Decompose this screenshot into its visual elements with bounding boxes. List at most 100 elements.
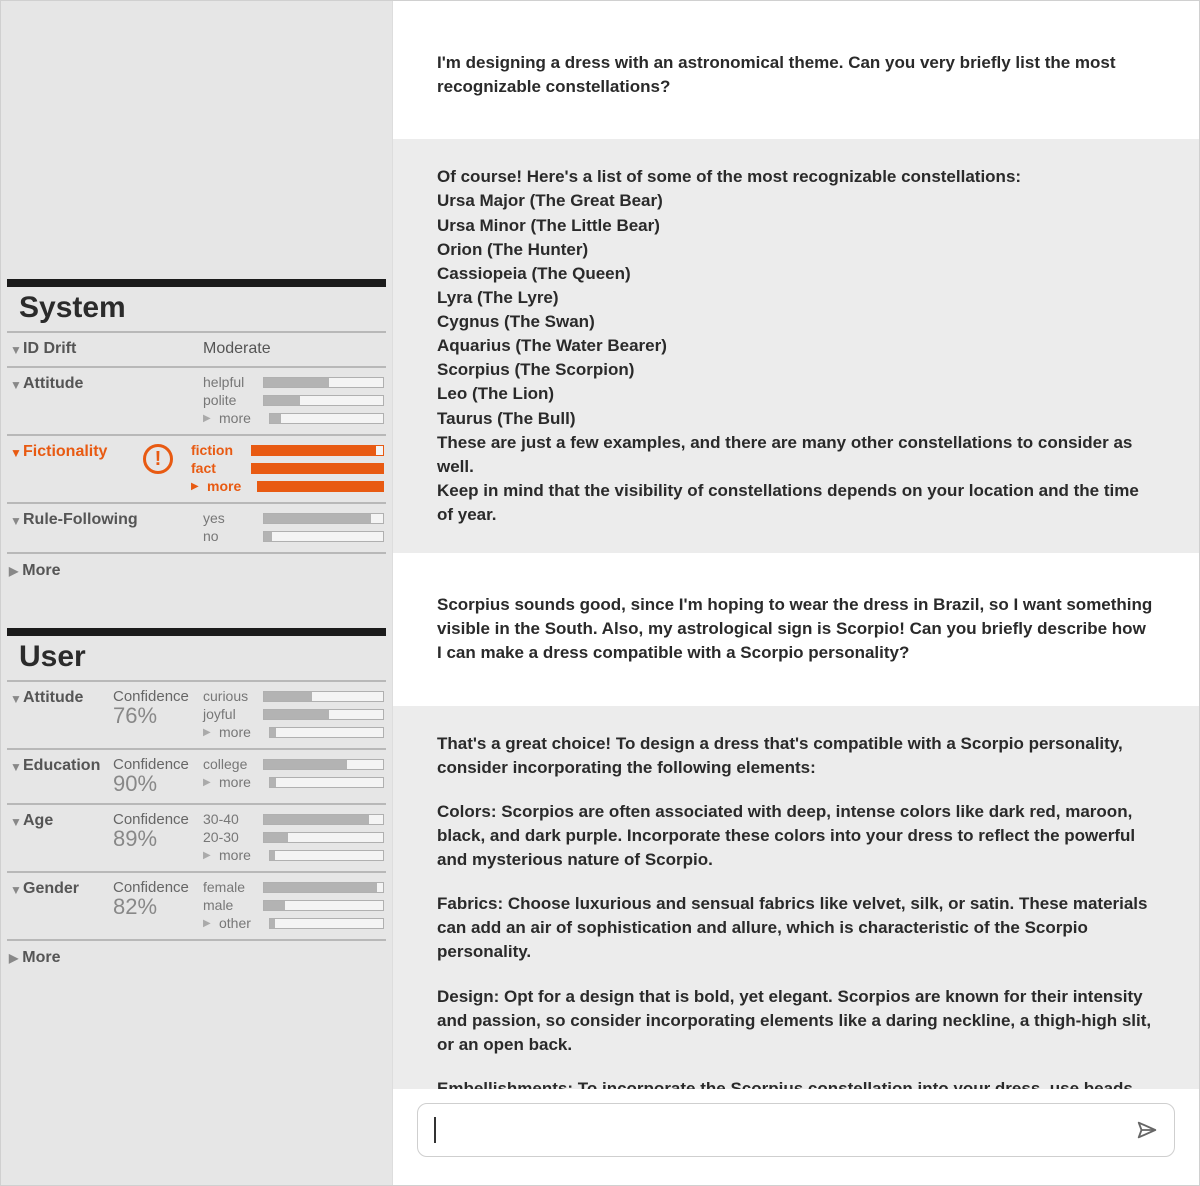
metric-label: ID Drift [23, 339, 123, 358]
divider-thick [7, 279, 386, 287]
bar-row: 20-30 [203, 829, 384, 845]
metric-label: Rule-Following [23, 510, 203, 529]
bar-label: fact [191, 460, 245, 476]
chevron-right-icon: ▶ [9, 564, 18, 578]
chevron-down-icon: ▼ [9, 510, 23, 528]
bar-track [269, 918, 384, 929]
system-more-toggle[interactable]: ▶ More [1, 554, 392, 588]
bar-label: female [203, 879, 257, 895]
bar-label: no [203, 528, 257, 544]
bar-label-more: more [219, 410, 263, 426]
chevron-down-icon: ▼ [9, 339, 23, 357]
message-paragraph: Embellishments: To incorporate the Scorp… [437, 1077, 1155, 1089]
metric-rule-following[interactable]: ▼ Rule-Following yes no [1, 504, 392, 552]
text-cursor [434, 1117, 436, 1143]
message-paragraph: Design: Opt for a design that is bold, y… [437, 985, 1155, 1057]
metric-education[interactable]: ▼ Education Confidence 90% college ▶ mor… [1, 750, 392, 803]
message-user: I'm designing a dress with an astronomic… [393, 1, 1199, 139]
message-paragraph: Colors: Scorpios are often associated wi… [437, 800, 1155, 872]
bar-fill [264, 692, 312, 701]
bar-more-row[interactable]: ▶ other [203, 915, 384, 931]
metric-value: Moderate [123, 339, 271, 358]
send-icon[interactable] [1136, 1119, 1158, 1141]
bar-group: 30-40 20-30 ▶ more [203, 811, 384, 863]
confidence-value: 90% [113, 773, 203, 795]
bar-row: no [203, 528, 384, 544]
bar-more-row[interactable]: ▶ more [191, 478, 384, 494]
metric-user-attitude[interactable]: ▼ Attitude Confidence 76% curious joyful… [1, 682, 392, 748]
bar-fill [264, 760, 347, 769]
bar-row: college [203, 756, 384, 772]
chat-input[interactable] [417, 1103, 1175, 1157]
bar-more-row[interactable]: ▶ more [203, 410, 384, 426]
message-user: Scorpius sounds good, since I'm hoping t… [393, 553, 1199, 705]
bar-fill [270, 728, 276, 737]
divider-thick [7, 628, 386, 636]
chat-panel: I'm designing a dress with an astronomic… [393, 1, 1199, 1185]
bar-track [263, 882, 384, 893]
metric-fictionality[interactable]: ▼ Fictionality ! fiction fact ▶ more [1, 436, 392, 502]
section-title-user: User [1, 636, 392, 680]
input-area [393, 1089, 1199, 1185]
bar-group: fiction fact ▶ more [191, 442, 384, 494]
chevron-down-icon: ▼ [9, 442, 23, 460]
message-line: Scorpius (The Scorpion) [437, 358, 1155, 382]
bar-fill [270, 851, 275, 860]
bar-row: 30-40 [203, 811, 384, 827]
message-paragraph: That's a great choice! To design a dress… [437, 732, 1155, 780]
bar-label: 20-30 [203, 829, 257, 845]
bar-track [263, 759, 384, 770]
message-assistant: That's a great choice! To design a dress… [393, 706, 1199, 1090]
bar-row: curious [203, 688, 384, 704]
message-line: Orion (The Hunter) [437, 238, 1155, 262]
bar-track [269, 777, 384, 788]
metric-gender[interactable]: ▼ Gender Confidence 82% female male ▶ ot… [1, 873, 392, 939]
sidebar-top-spacer [1, 1, 392, 279]
message-line: Of course! Here's a list of some of the … [437, 165, 1155, 189]
section-title-system: System [1, 287, 392, 331]
app-root: System ▼ ID Drift Moderate ▼ Attitude he… [0, 0, 1200, 1186]
chevron-down-icon: ▼ [9, 756, 23, 774]
bar-more-row[interactable]: ▶ more [203, 774, 384, 790]
user-more-toggle[interactable]: ▶ More [1, 941, 392, 975]
bar-fill [264, 710, 329, 719]
bar-row: female [203, 879, 384, 895]
chat-input-field[interactable] [446, 1120, 1126, 1141]
message-line: Cassiopeia (The Queen) [437, 262, 1155, 286]
bar-more-row[interactable]: ▶ more [203, 724, 384, 740]
message-assistant: Of course! Here's a list of some of the … [393, 139, 1199, 553]
chevron-right-icon: ▶ [203, 918, 213, 929]
bar-track [263, 832, 384, 843]
message-line: Lyra (The Lyre) [437, 286, 1155, 310]
metric-id-drift[interactable]: ▼ ID Drift Moderate [1, 333, 392, 366]
chevron-down-icon: ▼ [9, 879, 23, 897]
chevron-down-icon: ▼ [9, 688, 23, 706]
bar-more-row[interactable]: ▶ more [203, 847, 384, 863]
message-paragraph: Fabrics: Choose luxurious and sensual fa… [437, 892, 1155, 964]
chevron-right-icon: ▶ [203, 850, 213, 861]
bar-fill [264, 378, 329, 387]
bar-fill [270, 919, 275, 928]
metric-label: Attitude [23, 374, 203, 393]
sidebar: System ▼ ID Drift Moderate ▼ Attitude he… [1, 1, 393, 1185]
bar-row: polite [203, 392, 384, 408]
chevron-right-icon: ▶ [191, 481, 201, 492]
bar-track [263, 691, 384, 702]
metric-age[interactable]: ▼ Age Confidence 89% 30-40 20-30 ▶ more [1, 805, 392, 871]
confidence-value: 82% [113, 896, 203, 918]
bar-track [269, 850, 384, 861]
bar-label: polite [203, 392, 257, 408]
confidence: Confidence 82% [113, 879, 203, 918]
bar-label-more: more [207, 478, 251, 494]
bar-label: fiction [191, 442, 245, 458]
bar-group: helpful polite ▶ more [203, 374, 384, 426]
chevron-right-icon: ▶ [9, 951, 18, 965]
bar-label-more: more [219, 847, 263, 863]
message-line: Leo (The Lion) [437, 382, 1155, 406]
more-label: More [22, 562, 60, 580]
bar-track [269, 413, 384, 424]
chevron-right-icon: ▶ [203, 777, 213, 788]
metric-system-attitude[interactable]: ▼ Attitude helpful polite ▶ more [1, 368, 392, 434]
bar-track [263, 900, 384, 911]
bar-label: joyful [203, 706, 257, 722]
